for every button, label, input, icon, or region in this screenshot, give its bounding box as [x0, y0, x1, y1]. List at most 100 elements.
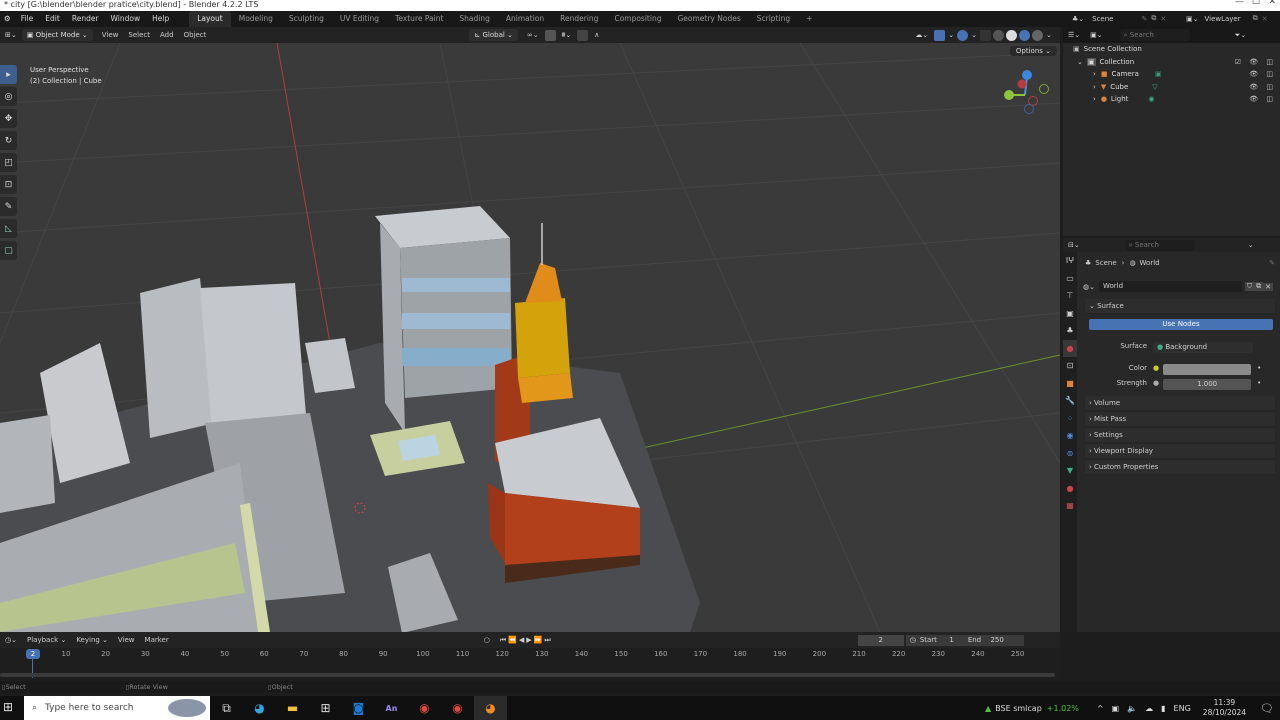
strength-field[interactable]: 1.000	[1163, 379, 1252, 390]
tab-render[interactable]: ▭	[1063, 270, 1077, 288]
clock[interactable]: 11:39 28/10/2024	[1203, 698, 1246, 718]
workspace-tab-shading[interactable]: Shading	[451, 11, 497, 27]
gizmo-y-icon[interactable]	[1004, 90, 1014, 100]
language-indicator[interactable]: ENG	[1174, 704, 1191, 713]
timeline-editor-type-icon[interactable]: ◷⌄	[0, 632, 22, 648]
tab-output[interactable]: ⊤	[1063, 287, 1077, 305]
menu-view[interactable]: View	[97, 27, 124, 43]
workspace-tab-layout[interactable]: Layout	[189, 11, 231, 27]
pin-icon[interactable]: ✎	[1269, 259, 1275, 267]
tab-particles[interactable]: ⁘	[1063, 410, 1077, 428]
options-dropdown[interactable]: Options ⌄	[1009, 46, 1057, 56]
workspace-tab-animation[interactable]: Animation	[498, 11, 552, 27]
light-visibility-icons[interactable]: 👁 ◫	[1249, 95, 1276, 103]
volume-section[interactable]: › Volume	[1085, 396, 1275, 411]
outlook-icon[interactable]: ◙	[342, 696, 375, 720]
new-world-icon[interactable]: ⧉	[1254, 282, 1264, 291]
outliner-item-cube[interactable]: › ▼ Cube ▽ 👁 ◫	[1063, 81, 1280, 94]
add-workspace-button[interactable]: +	[798, 11, 820, 27]
workspace-tab-compositing[interactable]: Compositing	[606, 11, 669, 27]
timeline-scrollbar[interactable]	[0, 673, 1055, 677]
workspace-tab-texture-paint[interactable]: Texture Paint	[387, 11, 451, 27]
tab-physics[interactable]: ◉	[1063, 427, 1077, 445]
rotate-tool[interactable]: ↻	[0, 131, 17, 150]
tab-world[interactable]: ●	[1063, 339, 1077, 357]
editor-type-icon[interactable]: ⊞⌄	[0, 27, 22, 43]
minimize-button[interactable]: —	[1235, 0, 1244, 7]
3d-viewport[interactable]: User Perspective (2) Collection | Cube ▸…	[0, 43, 1060, 632]
strength-keyframe-icon[interactable]: •	[1257, 379, 1261, 390]
settings-section[interactable]: › Settings	[1085, 428, 1275, 443]
tab-material[interactable]: ●	[1063, 480, 1077, 498]
shading-rendered-icon[interactable]	[1031, 29, 1043, 41]
end-frame-field[interactable]: End 250	[958, 635, 1008, 646]
display-mode-icon[interactable]: ▣⌄	[1085, 27, 1107, 43]
expand-icon[interactable]: ›	[1093, 70, 1096, 78]
expand-icon[interactable]: ›	[1093, 83, 1096, 91]
measure-tool[interactable]: ◺	[0, 219, 17, 238]
annotate-tool[interactable]: ✎	[0, 197, 17, 216]
notification-icon[interactable]: 🗨	[1260, 702, 1274, 715]
color-keyframe-icon[interactable]: •	[1257, 364, 1261, 375]
transform-tool[interactable]: ⊡	[0, 175, 17, 194]
visibility-icon[interactable]: ☁⌄	[910, 27, 933, 43]
menu-select[interactable]: Select	[123, 27, 155, 43]
workspace-tab-geometry-nodes[interactable]: Geometry Nodes	[669, 11, 748, 27]
workspace-tab-scripting[interactable]: Scripting	[749, 11, 798, 27]
new-viewlayer-icon[interactable]: ⧉	[1253, 14, 1258, 23]
tab-collection[interactable]: ⊡	[1063, 357, 1077, 375]
auto-keying-icon[interactable]: ○	[479, 632, 495, 648]
remove-scene-icon[interactable]: ✕	[1160, 15, 1166, 23]
outliner-collection[interactable]: ⌄ ▣ Collection ☑ 👁 ◫	[1063, 56, 1280, 69]
tab-view-layer[interactable]: ▣	[1063, 305, 1077, 323]
stopwatch-icon[interactable]: ◷	[906, 635, 920, 646]
menu-object[interactable]: Object	[179, 27, 212, 43]
navigation-gizmo[interactable]	[1000, 67, 1052, 115]
viewport-display-section[interactable]: › Viewport Display	[1085, 444, 1275, 459]
collection-visibility-icons[interactable]: ☑ 👁 ◫	[1235, 58, 1276, 66]
jump-start-icon[interactable]: ⏮	[500, 636, 508, 644]
transform-orientation-dropdown[interactable]: ⊾ Global ⌄	[469, 29, 518, 41]
meet-icon[interactable]: ▣	[1112, 704, 1120, 713]
outliner-item-camera[interactable]: › ■ Camera ▣ 👁 ◫	[1063, 68, 1280, 81]
pivot-point-icon[interactable]: ∞⌄	[522, 27, 544, 43]
timeline-ruler[interactable]: 10 20 30 40 50 60 70 80 90 100 110 120 130 140 150 160 1…	[0, 648, 1060, 678]
menu-playback[interactable]: Playback ⌄	[22, 632, 71, 648]
scale-tool[interactable]: ◰	[0, 153, 17, 172]
add-cube-tool[interactable]: ▢	[0, 241, 17, 260]
chrome-icon[interactable]: ◉	[408, 696, 441, 720]
gizmo-x-icon[interactable]	[1017, 79, 1027, 89]
tab-data[interactable]: ▼	[1063, 462, 1077, 480]
shading-dropdown-icon[interactable]: ⌄	[1044, 27, 1054, 43]
animate-icon[interactable]: An	[375, 696, 408, 720]
file-explorer-icon[interactable]: ▬	[276, 696, 309, 720]
show-hidden-icons[interactable]: ^	[1097, 704, 1104, 713]
surface-shader-field[interactable]: ● Background	[1153, 342, 1253, 353]
filter-icon[interactable]: ⏷⌄	[1230, 27, 1251, 43]
workspace-tab-modeling[interactable]: Modeling	[231, 11, 281, 27]
taskbar-search-box[interactable]: ⌕ Type here to search	[24, 696, 210, 720]
edge-icon[interactable]: ◕	[243, 696, 276, 720]
gizmo-neg-z-icon[interactable]	[1024, 104, 1034, 114]
prev-keyframe-icon[interactable]: ⏪	[508, 636, 519, 644]
camera-data-icon[interactable]: ▣	[1155, 70, 1162, 78]
gizmo-dropdown-icon[interactable]: ⌄	[946, 27, 956, 43]
properties-options-icon[interactable]: ⌄	[1243, 237, 1259, 253]
workspace-tab-rendering[interactable]: Rendering	[552, 11, 606, 27]
menu-file[interactable]: File	[15, 11, 40, 27]
fake-user-icon[interactable]: ⛉	[1244, 282, 1255, 291]
tab-texture[interactable]: ▦	[1063, 497, 1077, 515]
proportional-edit-icon[interactable]	[577, 29, 589, 41]
shading-material-icon[interactable]	[1018, 29, 1030, 41]
menu-render[interactable]: Render	[66, 11, 105, 27]
windows-start-icon[interactable]: ⊞	[3, 700, 13, 714]
custom-properties-section[interactable]: › Custom Properties	[1085, 460, 1275, 475]
outliner-scene-collection[interactable]: ▣ Scene Collection	[1063, 43, 1280, 56]
properties-editor-type-icon[interactable]: ⊟⌄	[1063, 237, 1085, 253]
microphone-icon[interactable]: ▮	[1161, 704, 1165, 713]
jump-end-icon[interactable]: ⏭	[544, 636, 552, 644]
snap-toggle-icon[interactable]	[544, 29, 556, 41]
tab-constraints[interactable]: ⊚	[1063, 445, 1077, 463]
world-name-field[interactable]: World	[1098, 281, 1242, 292]
mesh-data-icon[interactable]: ▽	[1152, 83, 1157, 91]
